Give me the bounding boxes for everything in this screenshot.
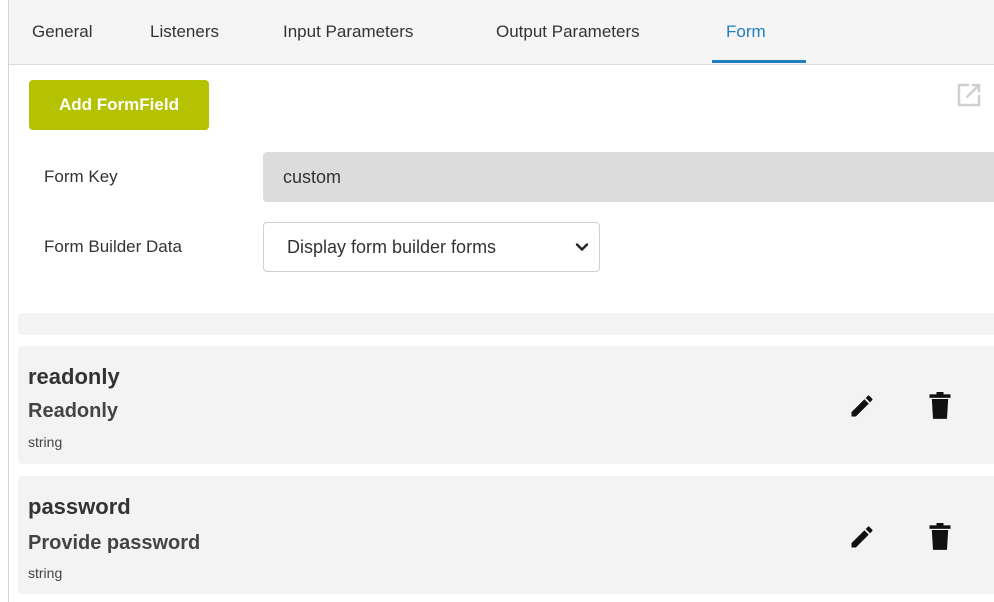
form-builder-select[interactable]: Display form builder forms	[263, 222, 600, 272]
form-field-card: password Provide password string	[18, 476, 994, 594]
field-type: string	[28, 434, 63, 450]
tab-input-parameters[interactable]: Input Parameters	[283, 22, 413, 42]
form-field-card: readonly Readonly string	[18, 346, 994, 464]
tab-general[interactable]: General	[32, 22, 92, 42]
field-name: password	[28, 494, 131, 519]
add-formfield-button[interactable]: Add FormField	[29, 80, 209, 130]
tab-output-parameters[interactable]: Output Parameters	[496, 22, 640, 42]
form-key-field[interactable]: custom	[263, 152, 994, 202]
field-type: string	[28, 565, 63, 581]
field-label: Readonly	[28, 400, 119, 422]
tab-listeners[interactable]: Listeners	[150, 22, 219, 42]
form-key-label: Form Key	[44, 167, 118, 186]
field-name: readonly	[28, 364, 120, 389]
tab-bar: General Listeners Input Parameters Outpu…	[9, 0, 994, 65]
active-tab-indicator	[712, 60, 806, 63]
panel-left-border	[8, 0, 9, 602]
edit-icon[interactable]	[848, 392, 876, 420]
form-builder-selected-value: Display form builder forms	[287, 236, 497, 257]
delete-icon[interactable]	[928, 523, 952, 551]
edit-icon[interactable]	[848, 523, 876, 551]
field-label: Provide password	[28, 532, 201, 554]
form-builder-data-label: Form Builder Data	[44, 237, 182, 256]
tab-form[interactable]: Form	[726, 22, 766, 42]
list-header-bar	[18, 313, 994, 335]
open-in-new-icon[interactable]	[954, 80, 984, 110]
chevron-down-icon	[575, 243, 589, 251]
form-key-value: custom	[283, 166, 342, 187]
delete-icon[interactable]	[928, 392, 952, 420]
